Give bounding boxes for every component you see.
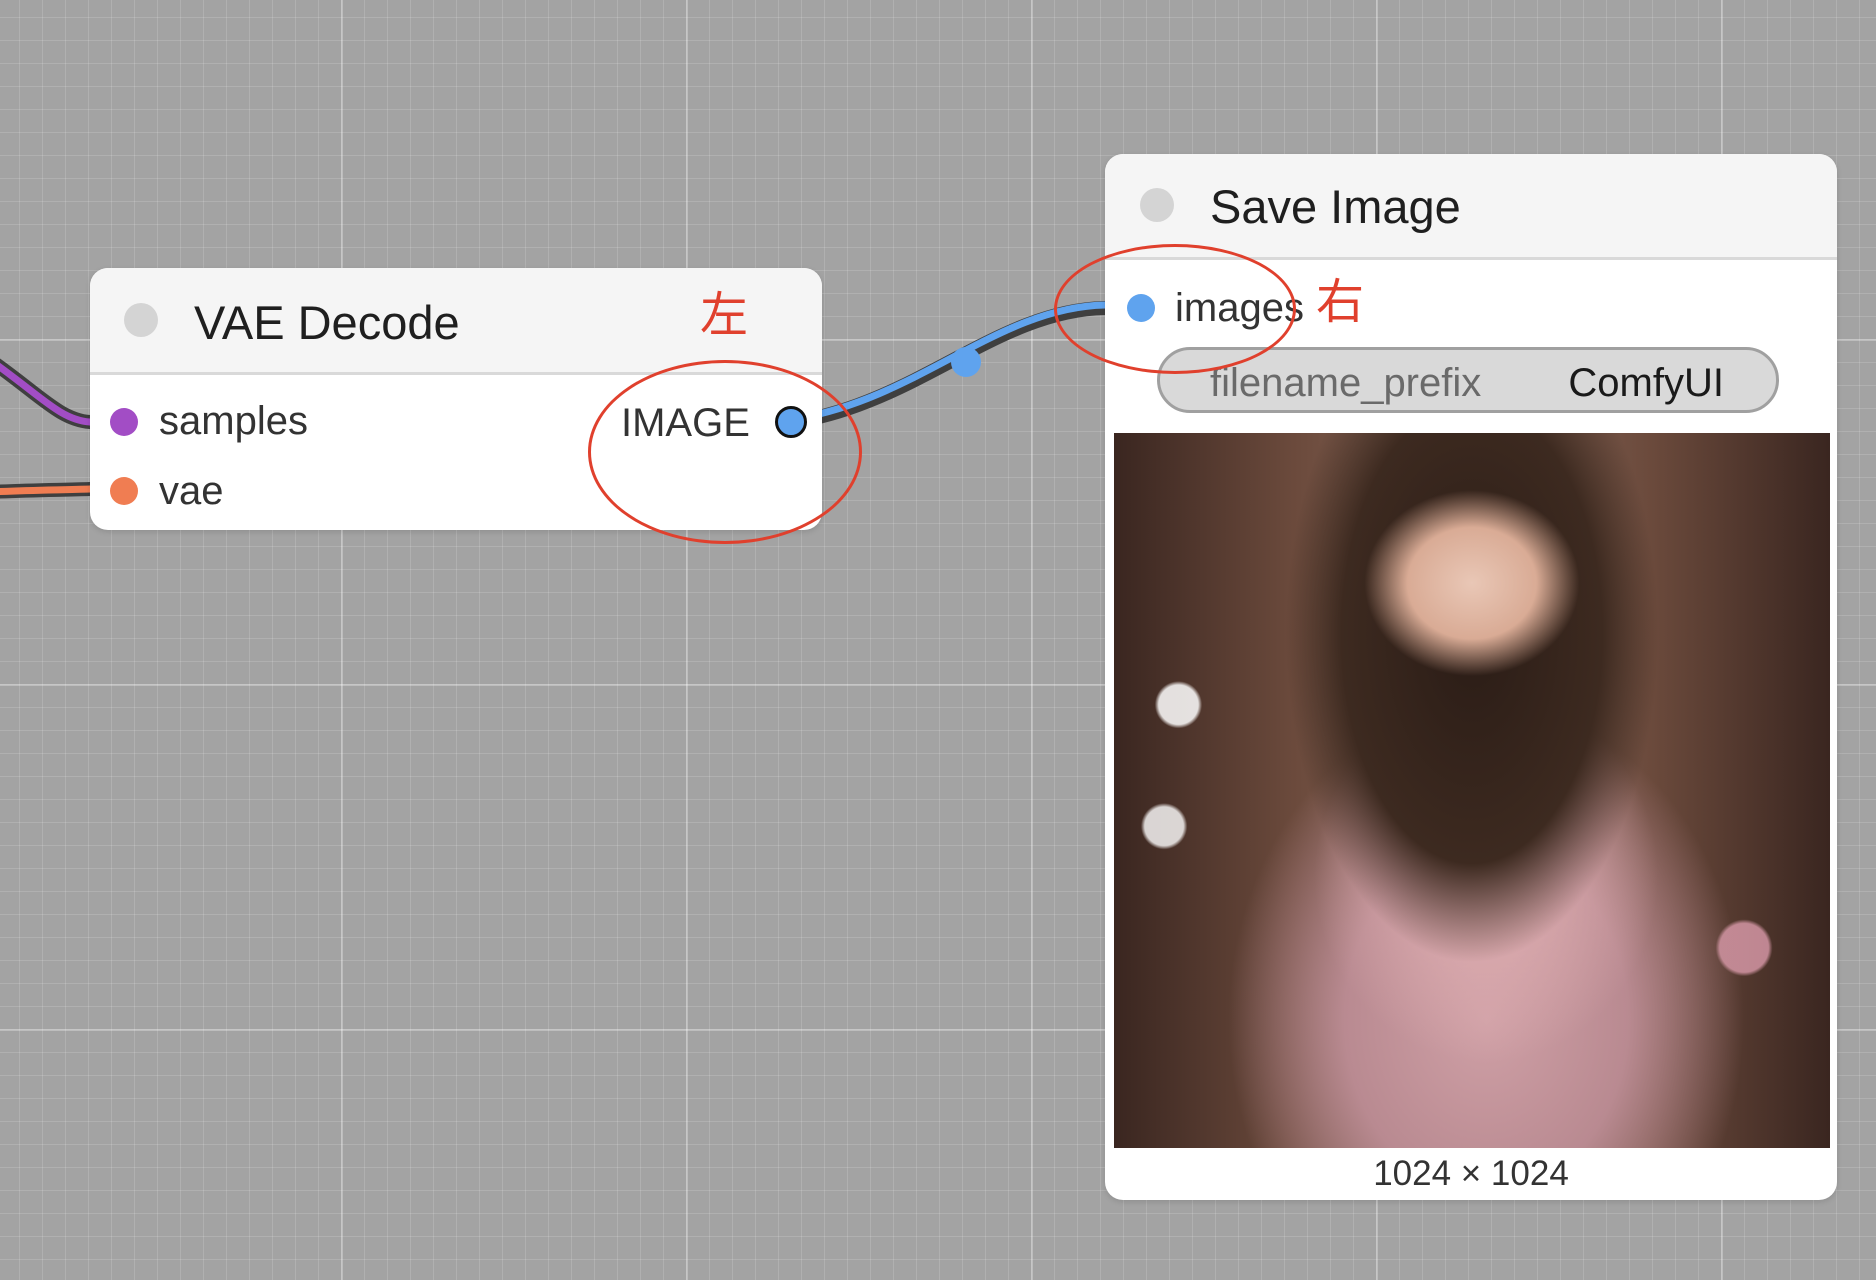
- node-header[interactable]: Save Image: [1105, 154, 1837, 260]
- image-preview[interactable]: [1114, 433, 1830, 1148]
- vae-input-slot[interactable]: [110, 477, 138, 505]
- collapse-toggle[interactable]: [1140, 188, 1174, 222]
- widget-name: filename_prefix: [1210, 361, 1482, 405]
- node-title: Save Image: [1210, 180, 1461, 233]
- node-title: VAE Decode: [194, 296, 460, 349]
- image-dimensions: 1024 × 1024: [1373, 1154, 1569, 1193]
- samples-input-label: samples: [159, 399, 308, 443]
- annotation-left-label: 左: [700, 287, 749, 343]
- link-midpoint-handle[interactable]: [951, 347, 981, 377]
- samples-input-slot[interactable]: [110, 408, 138, 436]
- samples-link[interactable]: [0, 358, 97, 429]
- annotation-circle-left: [588, 360, 862, 544]
- annotation-circle-right: [1054, 244, 1296, 374]
- collapse-toggle[interactable]: [124, 303, 158, 337]
- vae-input-label: vae: [159, 469, 224, 513]
- widget-value: ComfyUI: [1568, 361, 1724, 405]
- annotation-right-label: 右: [1316, 274, 1365, 330]
